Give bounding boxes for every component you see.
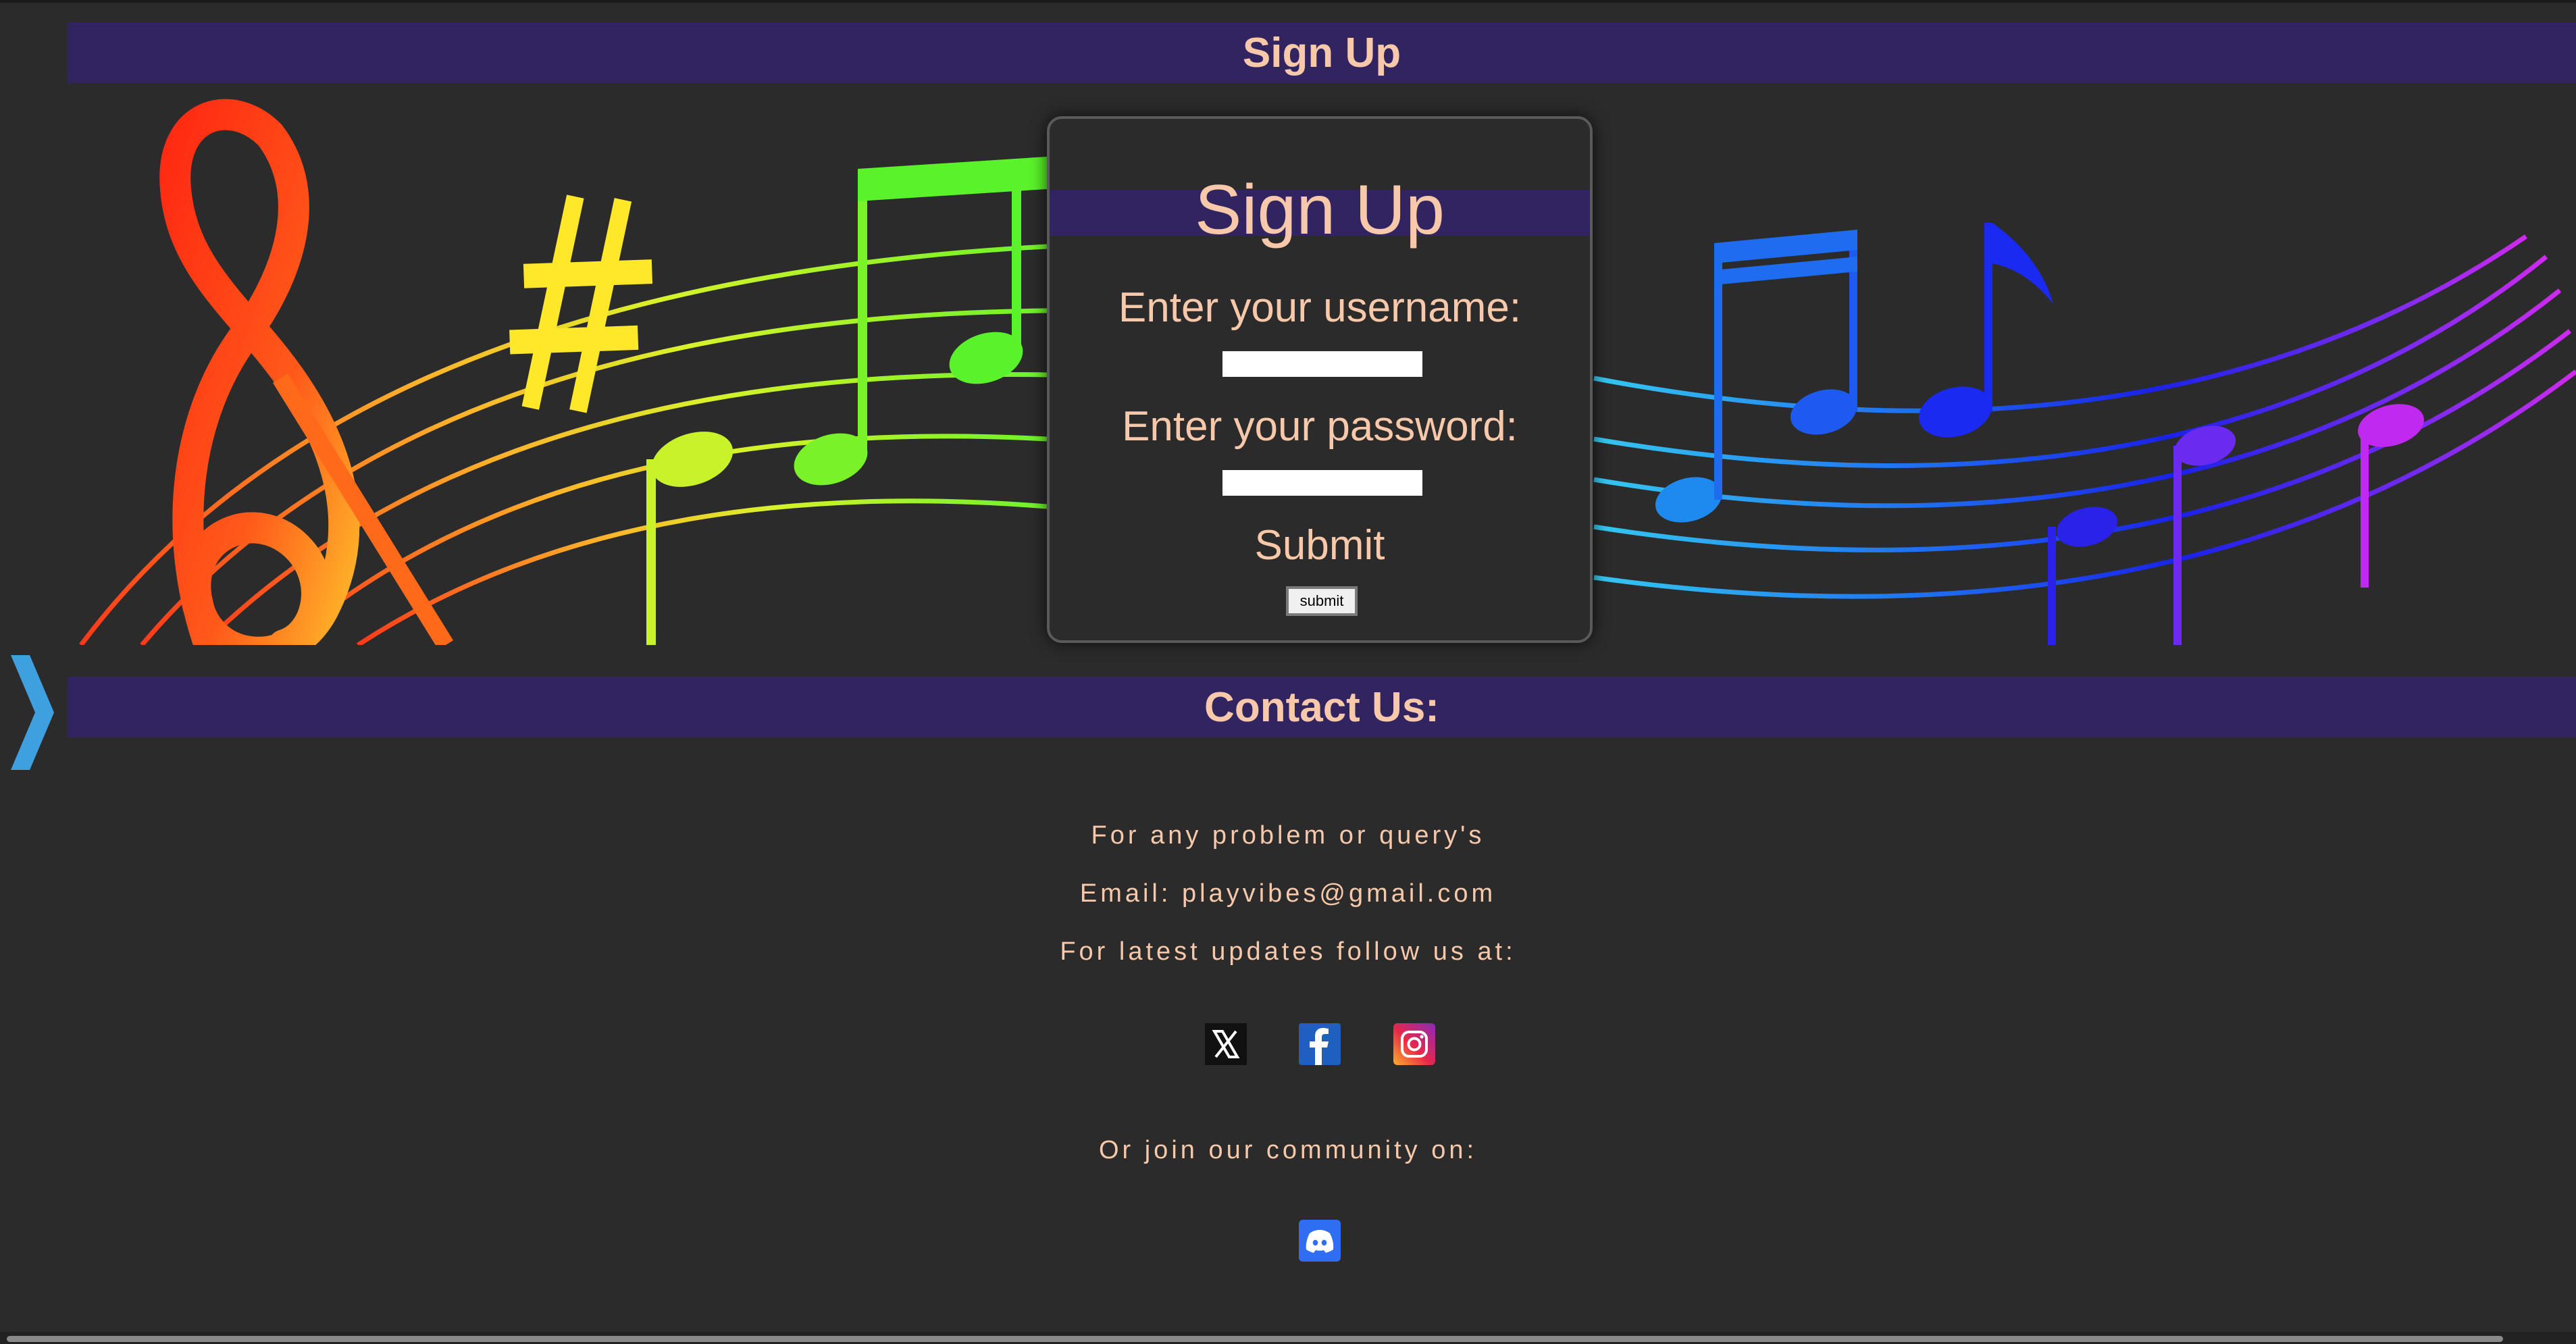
password-input[interactable] [1222,470,1422,496]
chevron-right-icon [11,655,54,770]
contact-community-text: Or join our community on: [1098,1136,1478,1164]
instagram-social-link[interactable] [1393,1023,1435,1065]
facebook-social-link[interactable] [1299,1023,1341,1065]
username-input[interactable] [1222,351,1422,377]
sidebar-toggle[interactable] [5,648,59,777]
contact-header: Contact Us: [68,677,2576,738]
submit-heading: Submit [1254,522,1385,569]
signup-form-card: Sign Up Enter your username: Enter your … [1047,116,1593,643]
scrollbar-thumb[interactable] [7,1336,2503,1342]
instagram-icon [1393,1023,1435,1065]
username-label: Enter your username: [1118,284,1522,331]
signup-header-title: Sign Up [1242,29,1401,76]
contact-header-title: Contact Us: [1204,683,1439,731]
submit-button[interactable]: submit [1286,586,1358,616]
discord-community-link[interactable] [1299,1220,1341,1262]
signup-form-title: Sign Up [1195,171,1445,249]
contact-follow-text: For latest updates follow us at: [1060,937,1516,966]
window-top-edge [0,0,2576,3]
x-icon [1205,1023,1247,1065]
discord-icon [1299,1220,1341,1262]
x-social-link[interactable] [1205,1023,1247,1065]
password-label: Enter your password: [1122,403,1518,450]
signup-header: Sign Up [68,22,2576,83]
contact-problem-text: For any problem or query's [1091,821,1485,850]
contact-email-text: Email: playvibes@gmail.com [1079,879,1497,908]
facebook-icon [1299,1023,1341,1065]
